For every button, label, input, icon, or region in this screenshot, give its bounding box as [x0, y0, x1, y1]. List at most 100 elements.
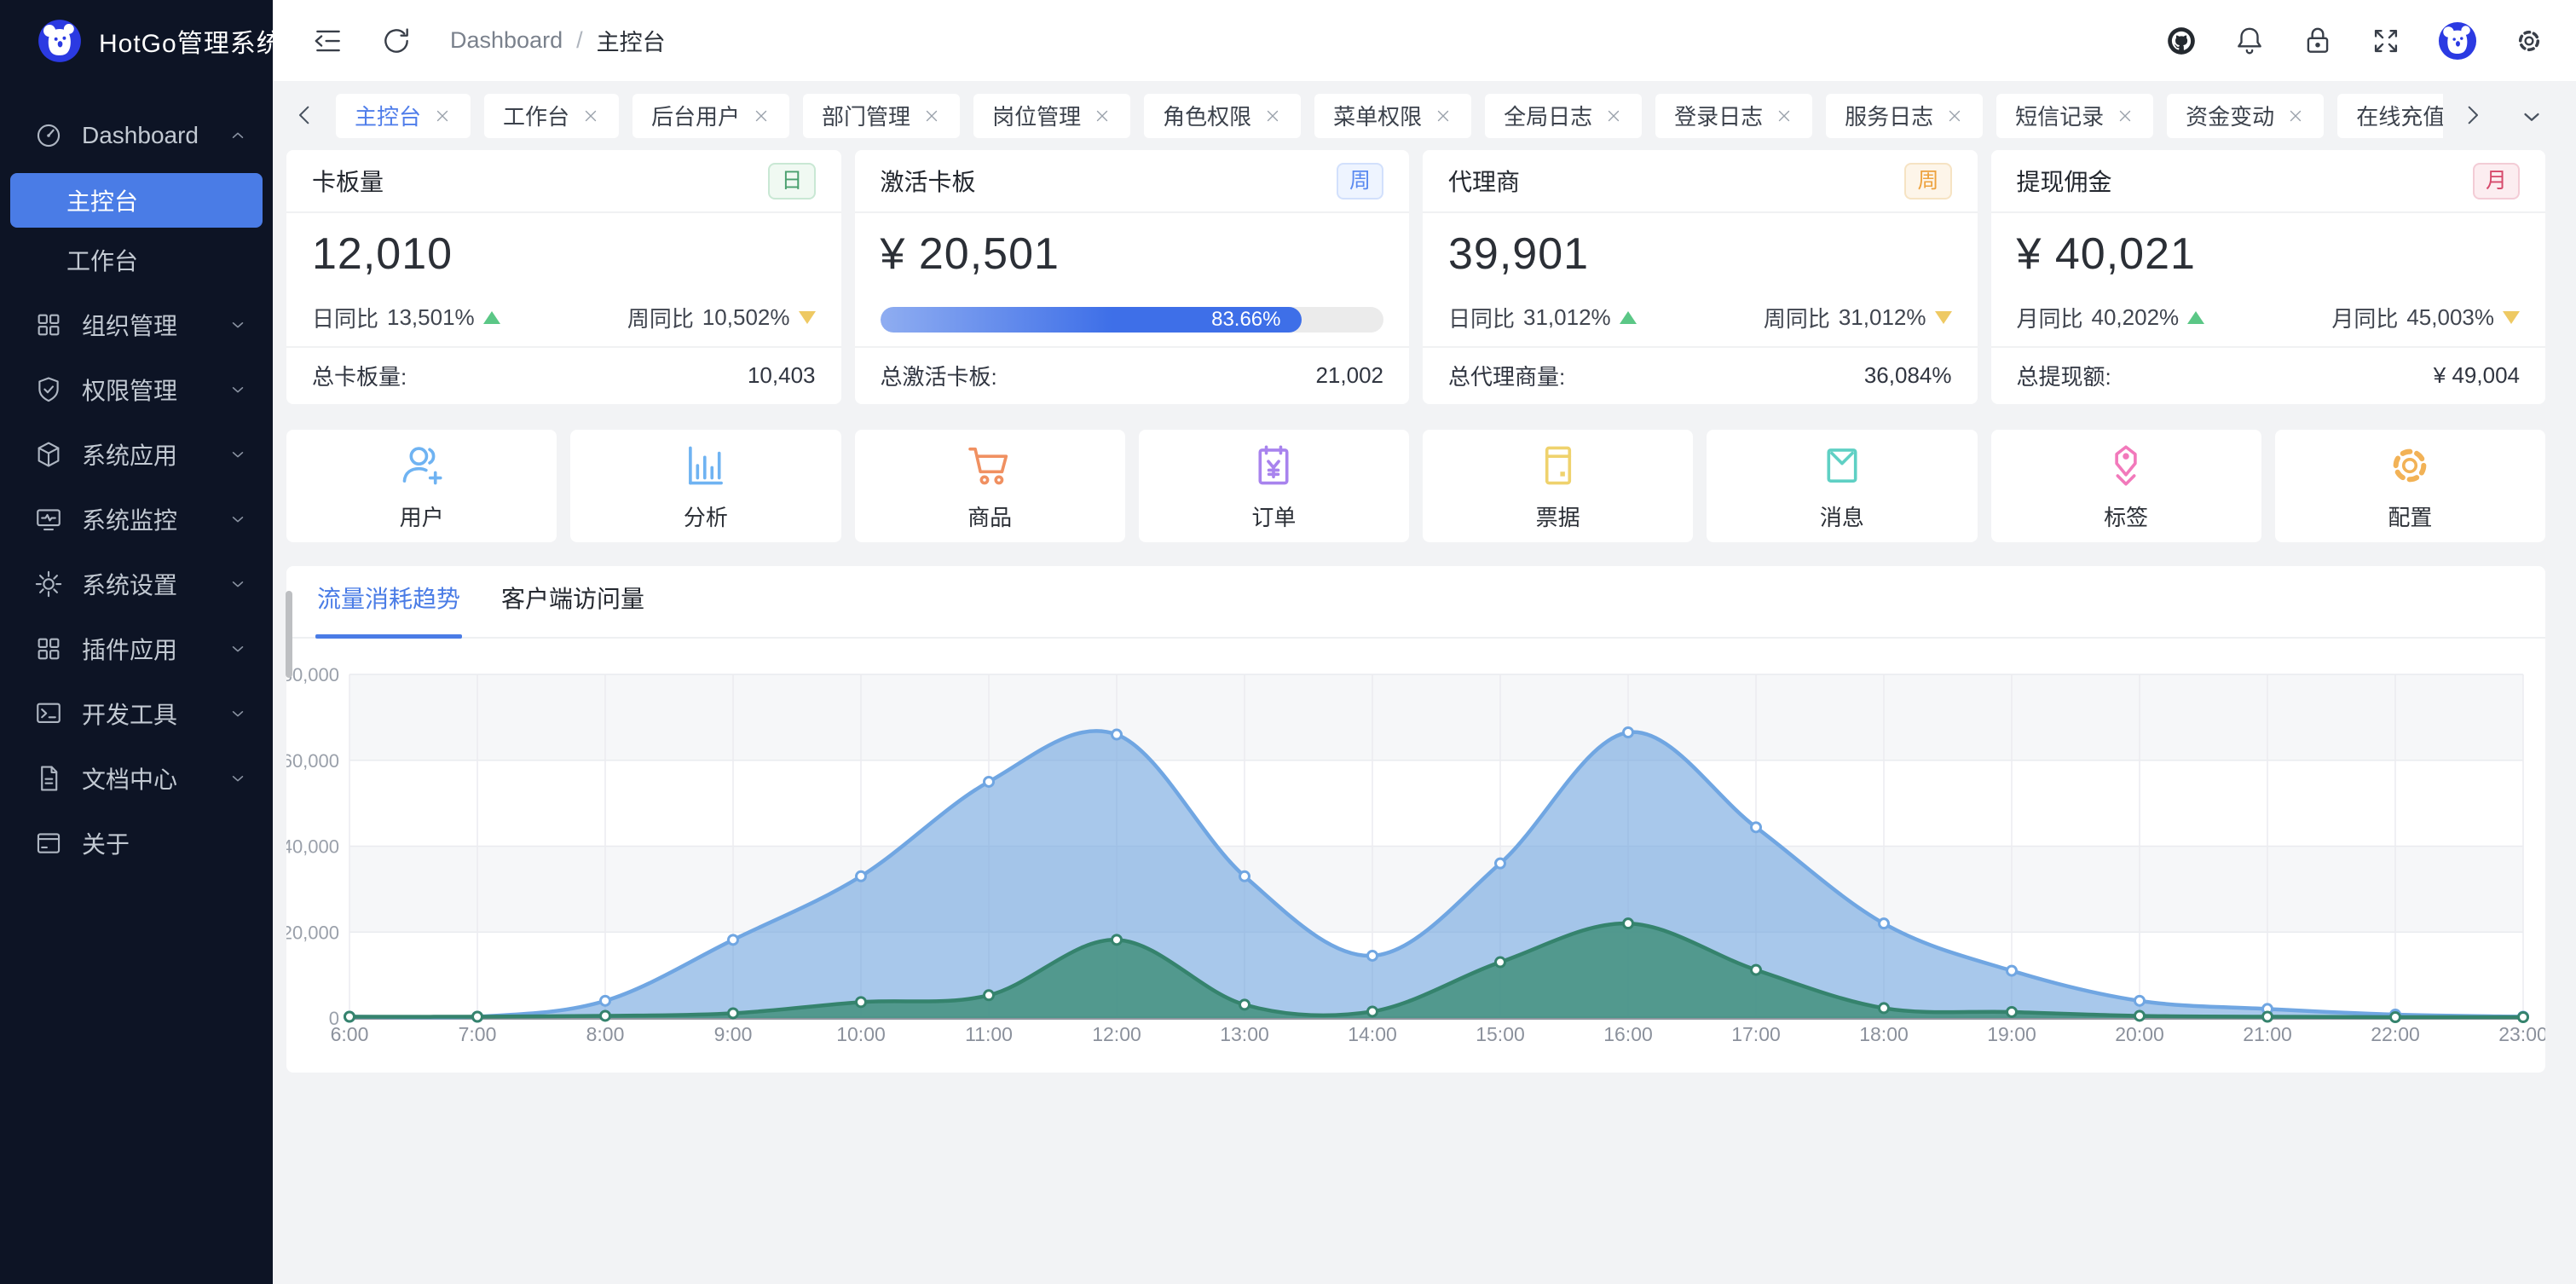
sidebar-item-org-management[interactable]: 组织管理 — [0, 292, 273, 357]
stat-card-card-volume: 卡板量日12,010日同比13,501%周同比10,502%总卡板量:10,40… — [286, 150, 841, 404]
refresh-icon[interactable] — [380, 25, 413, 57]
sidebar-item-dev-tools[interactable]: 开发工具 — [0, 681, 273, 746]
close-icon[interactable] — [1945, 107, 1964, 125]
lock-icon[interactable] — [2302, 25, 2334, 57]
sidebar-item-label: 系统应用 — [82, 437, 227, 471]
menu-fold-icon[interactable] — [312, 25, 344, 57]
sidebar: HotGo管理系统 Dashboard主控台工作台组织管理权限管理系统应用系统监… — [0, 0, 273, 1284]
shortcut-config[interactable]: 配置 — [2275, 430, 2545, 542]
grid-icon — [34, 310, 63, 339]
sidebar-item-system-monitor[interactable]: 系统监控 — [0, 487, 273, 552]
metric-value: 31,012% — [1839, 304, 1926, 331]
sidebar-item-system-apps[interactable]: 系统应用 — [0, 422, 273, 487]
bar-chart-icon — [681, 441, 731, 490]
tab-label: 服务日志 — [1845, 100, 1933, 131]
tab-chip[interactable]: 部门管理 — [803, 94, 960, 138]
sidebar-item-plugin-apps[interactable]: 插件应用 — [0, 616, 273, 681]
sidebar-item-dashboard[interactable]: Dashboard — [0, 103, 273, 168]
breadcrumb-section[interactable]: Dashboard — [450, 27, 563, 54]
tab-chips: 主控台工作台 后台用户 部门管理岗位管理角色权限菜单权限全局日志 登录日志 服务日志 短信… — [336, 94, 2443, 138]
footer-label: 总激活卡板: — [881, 360, 997, 391]
svg-text:23:00: 23:00 — [2498, 1023, 2545, 1045]
footer-value: ¥ 49,004 — [2434, 362, 2520, 389]
sidebar-item-system-settings[interactable]: 系统设置 — [0, 552, 273, 616]
tab-chip[interactable]: 服务日志 — [1826, 94, 1983, 138]
tab-chip[interactable]: 登录日志 — [1655, 94, 1812, 138]
close-icon[interactable] — [1604, 107, 1623, 125]
tab-chip[interactable]: 在线充值 — [2337, 94, 2443, 138]
sidebar-item-label: 文档中心 — [82, 761, 227, 795]
footer-value: 21,002 — [1315, 362, 1383, 389]
shortcut-orders[interactable]: 订单 — [1139, 430, 1409, 542]
tabs-scroll-right-icon[interactable] — [2458, 101, 2487, 130]
shield-check-icon — [34, 375, 63, 404]
tab-label: 后台用户 — [651, 100, 740, 131]
sidebar-item-label: 工作台 — [66, 243, 138, 277]
stat-card-metrics: 日同比13,501%周同比10,502% — [312, 302, 816, 333]
close-icon[interactable] — [752, 107, 771, 125]
sidebar-item-workbench[interactable]: 工作台 — [10, 233, 263, 287]
tab-chip[interactable]: 后台用户 — [632, 94, 789, 138]
metric-label: 月同比 — [2017, 302, 2083, 333]
stat-card-agents: 代理商周39,901日同比31,012%周同比31,012%总代理商量:36,0… — [1423, 150, 1978, 404]
fullscreen-icon[interactable] — [2370, 25, 2402, 57]
sidebar-item-permission-management[interactable]: 权限管理 — [0, 357, 273, 422]
chevron-down-icon — [227, 703, 249, 725]
svg-text:11:00: 11:00 — [965, 1023, 1013, 1045]
tabs-scroll-left-icon[interactable] — [292, 101, 321, 130]
svg-text:40,000: 40,000 — [286, 836, 339, 858]
stat-card-value: 39,901 — [1448, 228, 1952, 280]
tabs-dropdown-icon[interactable] — [2516, 101, 2545, 130]
close-icon[interactable] — [433, 107, 452, 125]
metric-down: 周同比10,502% — [627, 302, 816, 333]
svg-text:60,000: 60,000 — [286, 750, 339, 772]
stat-card-body: ¥ 40,021月同比40,202%月同比45,003% — [1991, 213, 2546, 348]
github-icon[interactable] — [2165, 25, 2198, 57]
close-icon[interactable] — [1093, 107, 1112, 125]
shortcut-label: 分析 — [684, 500, 728, 532]
chevron-down-icon — [227, 443, 249, 466]
app-logo[interactable]: HotGo管理系统 — [0, 0, 273, 81]
chart-tab[interactable]: 流量消耗趋势 — [315, 581, 462, 637]
settings-gear-icon[interactable] — [2513, 25, 2545, 57]
chart-tab[interactable]: 客户端访问量 — [500, 581, 646, 637]
trend-up-icon — [483, 311, 500, 324]
tab-chip[interactable]: 角色权限 — [1144, 94, 1301, 138]
sidebar-item-console[interactable]: 主控台 — [10, 173, 263, 228]
close-icon[interactable] — [922, 107, 941, 125]
metric-value: 10,502% — [702, 304, 790, 331]
stat-card-title: 代理商 — [1448, 164, 1520, 198]
bell-icon[interactable] — [2233, 25, 2266, 57]
shortcut-messages[interactable]: 消息 — [1707, 430, 1977, 542]
shortcut-label: 标签 — [2104, 500, 2148, 532]
tab-chip[interactable]: 全局日志 — [1485, 94, 1642, 138]
shortcut-goods[interactable]: 商品 — [855, 430, 1125, 542]
sidebar-item-doc-center[interactable]: 文档中心 — [0, 746, 273, 811]
close-icon[interactable] — [2286, 107, 2305, 125]
metric-down: 月同比45,003% — [2331, 302, 2520, 333]
shortcut-invoices[interactable]: 票据 — [1423, 430, 1693, 542]
close-icon[interactable] — [1775, 107, 1793, 125]
close-icon[interactable] — [1263, 107, 1282, 125]
sidebar-item-label: 开发工具 — [82, 697, 227, 731]
stat-card-metrics: 日同比31,012%周同比31,012% — [1448, 302, 1952, 333]
shortcut-analysis[interactable]: 分析 — [570, 430, 840, 542]
tab-chip[interactable]: 菜单权限 — [1314, 94, 1471, 138]
tab-chip[interactable]: 岗位管理 — [973, 94, 1130, 138]
tab-chip[interactable]: 主控台 — [336, 94, 471, 138]
tab-label: 登录日志 — [1674, 100, 1763, 131]
content-scrollbar-thumb[interactable] — [286, 591, 292, 678]
close-icon[interactable] — [1434, 107, 1453, 125]
period-badge: 月 — [2473, 163, 2520, 200]
tab-chip[interactable]: 资金变动 — [2167, 94, 2324, 138]
metric-down: 周同比31,012% — [1764, 302, 1952, 333]
sidebar-item-about[interactable]: 关于 — [0, 811, 273, 876]
tab-chip[interactable]: 短信记录 — [1996, 94, 2153, 138]
close-icon[interactable] — [2116, 107, 2134, 125]
tab-chip[interactable]: 工作台 — [484, 94, 619, 138]
metric-up: 月同比40,202% — [2017, 302, 2205, 333]
close-icon[interactable] — [581, 107, 600, 125]
shortcut-users[interactable]: 用户 — [286, 430, 557, 542]
shortcut-tags[interactable]: 标签 — [1991, 430, 2261, 542]
koala-avatar-icon[interactable] — [2438, 21, 2477, 61]
